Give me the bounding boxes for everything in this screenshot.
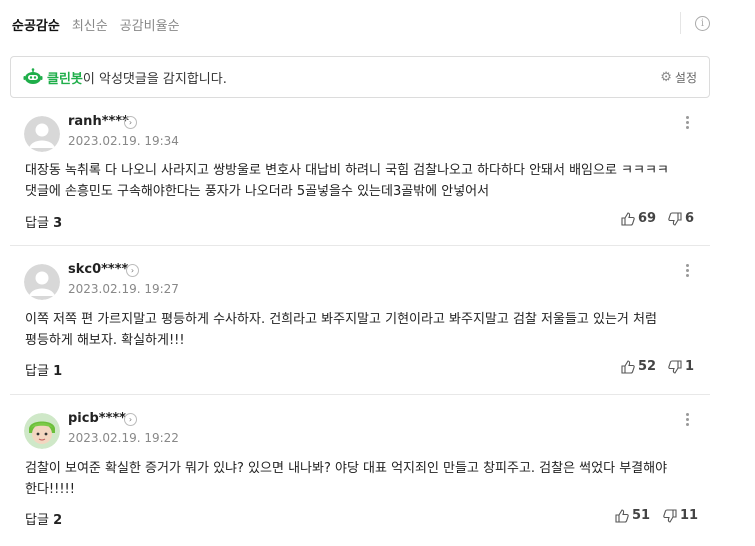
dislike-button[interactable]: 6 <box>668 211 694 226</box>
reply-label: 답글 <box>25 364 49 379</box>
thumbs-down-icon <box>663 508 677 523</box>
tab-like-ratio[interactable]: 공감비율순 <box>120 15 180 34</box>
comment-nickname[interactable]: ranh**** <box>68 114 129 129</box>
thumbs-down-icon <box>668 211 682 226</box>
comment-nickname[interactable]: picb**** <box>68 411 126 426</box>
cleanbot-banner: 클린봇 이 악성댓글을 감지합니다. ⚙ 설정 <box>10 56 710 98</box>
chevron-right-icon[interactable]: › <box>124 116 137 129</box>
dislike-count: 6 <box>685 211 695 226</box>
avatar[interactable] <box>24 116 60 152</box>
reply-button[interactable]: 답글 3 <box>25 212 62 231</box>
settings-label: 설정 <box>674 71 697 85</box>
comment-date: 2023.02.19. 19:22 <box>68 431 179 445</box>
tab-latest[interactable]: 최신순 <box>72 15 108 34</box>
thumbs-up-icon <box>621 359 635 374</box>
comment-text: 대장동 녹취록 다 나오니 사라지고 쌍방울로 변호사 대납비 하려니 국힘 검… <box>25 163 669 199</box>
chevron-right-icon[interactable]: › <box>126 264 139 277</box>
comment-text: 검찰이 보여준 확실한 증거가 뭐가 있냐? 있으면 내나봐? 야당 대표 억지… <box>25 461 668 497</box>
dislike-button[interactable]: 1 <box>668 359 694 374</box>
comment-date: 2023.02.19. 19:27 <box>68 282 179 296</box>
comment-text: 이쪽 저쪽 편 가르지말고 평등하게 수사하자. 건희라고 봐주지말고 기현이라… <box>25 312 657 348</box>
avatar[interactable] <box>24 413 60 449</box>
cleanbot-icon <box>23 68 43 86</box>
like-count: 52 <box>638 359 657 374</box>
more-options-icon[interactable] <box>680 411 694 431</box>
reply-label: 답글 <box>25 216 49 231</box>
comment-item: picb**** › 2023.02.19. 19:22 검찰이 보여준 확실한… <box>10 405 710 546</box>
comment-item: skc0**** › 2023.02.19. 19:27 이쪽 저쪽 편 가르지… <box>10 256 710 395</box>
chevron-right-icon[interactable]: › <box>124 413 137 426</box>
comment-date: 2023.02.19. 19:34 <box>68 134 179 148</box>
like-count: 69 <box>638 211 657 226</box>
info-icon[interactable]: i <box>695 16 710 31</box>
avatar[interactable] <box>24 264 60 300</box>
thumbs-down-icon <box>668 359 682 374</box>
gear-icon: ⚙ <box>660 70 672 85</box>
comment-nickname[interactable]: skc0**** <box>68 262 128 277</box>
like-button[interactable]: 51 <box>615 508 650 523</box>
reply-button[interactable]: 답글 2 <box>25 509 62 528</box>
reply-count: 3 <box>53 216 63 231</box>
thumbs-up-icon <box>615 508 629 523</box>
comment-section: 순공감순 최신순 공감비율순 i 클린봇 이 악성댓글을 감지합니다. ⚙ 설정 <box>0 0 755 546</box>
like-button[interactable]: 52 <box>621 359 656 374</box>
sort-tabs: 순공감순 최신순 공감비율순 <box>12 14 192 34</box>
comment-item: ranh**** › 2023.02.19. 19:34 대장동 녹취록 다 나… <box>10 108 710 246</box>
dislike-button[interactable]: 11 <box>663 508 698 523</box>
reply-label: 답글 <box>25 513 49 528</box>
cleanbot-text: 이 악성댓글을 감지합니다. <box>82 71 227 87</box>
dislike-count: 1 <box>685 359 695 374</box>
settings-button[interactable]: ⚙ 설정 <box>660 69 697 86</box>
like-count: 51 <box>632 508 651 523</box>
more-options-icon[interactable] <box>680 262 694 282</box>
reply-button[interactable]: 답글 1 <box>25 360 62 379</box>
cleanbot-brand[interactable]: 클린봇 <box>47 68 83 87</box>
tab-top-likes[interactable]: 순공감순 <box>12 15 60 34</box>
reply-count: 2 <box>53 513 63 528</box>
more-options-icon[interactable] <box>680 114 694 134</box>
dislike-count: 11 <box>680 508 699 523</box>
tabs-divider <box>680 12 681 34</box>
thumbs-up-icon <box>621 211 635 226</box>
like-button[interactable]: 69 <box>621 211 656 226</box>
reply-count: 1 <box>53 364 63 379</box>
